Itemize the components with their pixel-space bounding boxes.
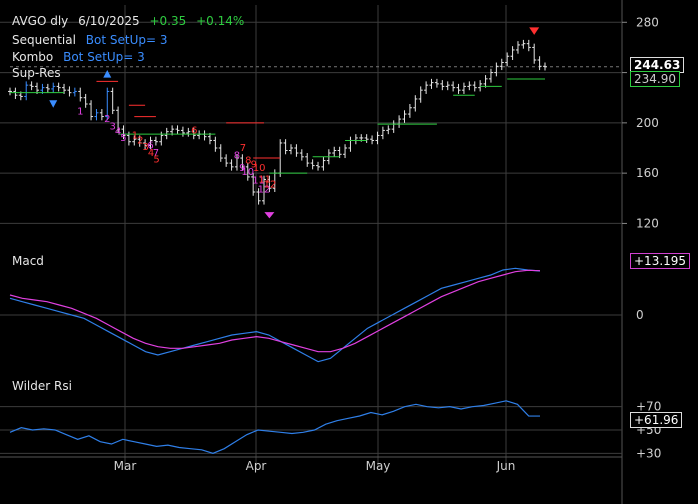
change-pct-label: +0.14% bbox=[196, 14, 245, 28]
price-tick-label: 280 bbox=[636, 15, 659, 29]
sup-res-label: Sup-Res bbox=[12, 66, 61, 80]
macd-title: Macd bbox=[12, 254, 44, 268]
date-label: 6/10/2025 bbox=[78, 14, 140, 28]
header-row-1: AVGO dly 6/10/2025 +0.35 +0.14% bbox=[12, 14, 250, 28]
sequential-label: Sequential bbox=[12, 33, 76, 47]
signal-line bbox=[9, 269, 541, 353]
rsi-line bbox=[9, 400, 541, 454]
macd-value-label: +13.195 bbox=[630, 253, 691, 269]
header-row-2: Sequential Bot SetUp= 3 bbox=[12, 33, 173, 47]
rsi-title: Wilder Rsi bbox=[12, 379, 72, 393]
kombo-label: Kombo bbox=[12, 50, 54, 64]
down-arrow-icon bbox=[529, 27, 540, 35]
kombo-count: 7 bbox=[240, 143, 246, 154]
x-tick-label: May bbox=[366, 459, 391, 473]
price-tick-label: 120 bbox=[636, 216, 659, 230]
down-arrow-icon bbox=[49, 100, 58, 108]
sequential-count: 5 bbox=[120, 133, 126, 144]
sequential-value: Bot SetUp= 3 bbox=[85, 33, 168, 47]
kombo-count: 10 bbox=[253, 163, 266, 174]
support-price-label: 234.90 bbox=[630, 71, 680, 87]
price-tick-label: 200 bbox=[636, 116, 659, 130]
kombo-count: 12 bbox=[264, 179, 277, 190]
header-row-3: Kombo Bot SetUp= 3 bbox=[12, 50, 151, 64]
change-label: +0.35 bbox=[149, 14, 187, 28]
up-arrow-icon bbox=[103, 70, 112, 78]
header-row-4: Sup-Res bbox=[12, 66, 67, 80]
chart-canvas: MarAprMayJun2802402001601201234567891011… bbox=[0, 0, 661, 504]
kombo-value: Bot SetUp= 3 bbox=[63, 50, 145, 64]
macd-tick-label: 0 bbox=[636, 308, 644, 322]
sequential-count: 1 bbox=[77, 107, 83, 118]
kombo-count: 5 bbox=[153, 154, 159, 165]
x-tick-label: Apr bbox=[246, 459, 267, 473]
price-tick-label: 160 bbox=[636, 166, 659, 180]
up-arrow-icon bbox=[264, 212, 275, 219]
symbol-label: AVGO dly bbox=[12, 14, 69, 28]
kombo-count: 6 bbox=[191, 125, 197, 136]
x-tick-label: Jun bbox=[496, 459, 516, 473]
x-tick-label: Mar bbox=[114, 459, 137, 473]
rsi-tick-label: +30 bbox=[636, 446, 661, 460]
rsi-value-label: +61.96 bbox=[630, 412, 683, 428]
